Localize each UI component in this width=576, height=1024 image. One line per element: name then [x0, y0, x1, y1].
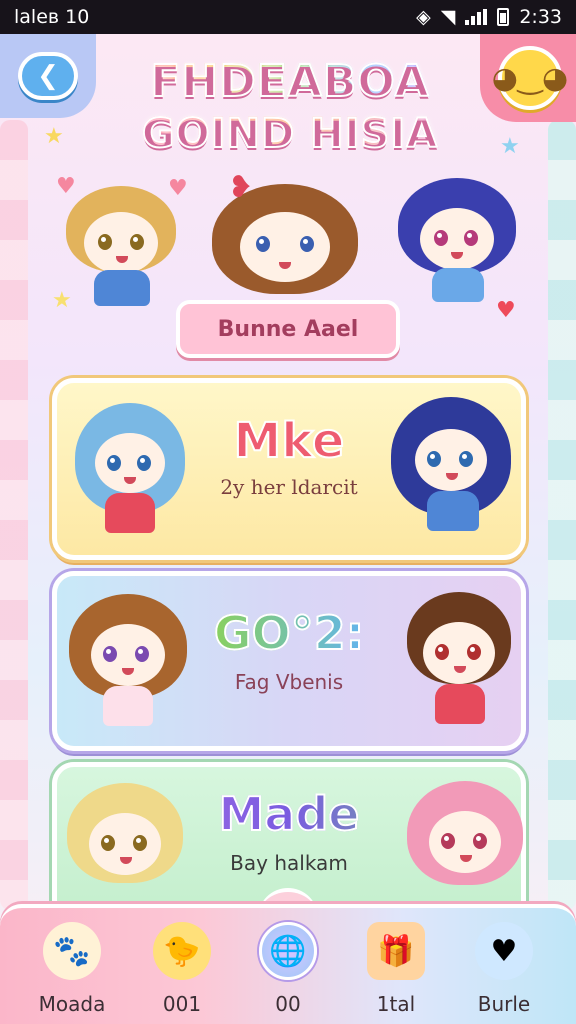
globe-icon: 🌐: [259, 922, 317, 980]
nav-label: Moada: [38, 992, 106, 1016]
character-lightblue: [75, 403, 185, 539]
nav-label: Burle: [477, 992, 531, 1016]
nav-item-1tal[interactable]: 🎁 1tal: [346, 922, 446, 1022]
select-character-label: Bunne Aael: [217, 316, 359, 342]
bottom-nav: 🐾 Moada 🐤 001 🌐 00 🎁 1tal ♥ Burle: [0, 904, 576, 1024]
nav-label: 001: [162, 992, 202, 1016]
location-icon: ◈: [416, 6, 431, 28]
creature-icon: 🐾: [43, 922, 101, 980]
right-decor-stripe: [548, 120, 576, 910]
title-line-2: GOIND HISIA: [130, 108, 450, 160]
select-character-button[interactable]: Bunne Aael: [176, 300, 400, 358]
nav-item-moada[interactable]: 🐾 Moada: [22, 922, 122, 1022]
star-icon: ★: [44, 124, 64, 149]
smiley-icon: ◕‿◕: [491, 60, 569, 96]
left-decor-stripe: [0, 120, 28, 910]
character-brown-center: ❥: [212, 170, 358, 302]
mode-card-1[interactable]: Mke 2y her ldarcit: [52, 378, 526, 560]
bow-icon: ❥: [228, 170, 254, 205]
nav-item-001[interactable]: 🐤 001: [132, 922, 232, 1022]
gift-card-icon: 🎁: [367, 922, 425, 980]
character-pink: [407, 781, 523, 911]
heart-balloon-icon: ♥: [475, 922, 533, 980]
status-time: 2:33: [519, 6, 562, 28]
chick-icon: 🐤: [153, 922, 211, 980]
status-icons: ◈ ◥ 2:33: [416, 6, 562, 28]
back-arrow-icon: ❮: [37, 61, 59, 91]
nav-label: 1tal: [376, 992, 416, 1016]
back-button[interactable]: ❮: [18, 52, 78, 100]
character-navy: [391, 397, 511, 539]
star-icon: ★: [500, 134, 520, 159]
status-bar: laleв 10 ◈ ◥ 2:33: [0, 0, 576, 34]
character-blonde-bun: [67, 783, 183, 913]
battery-icon: [497, 8, 510, 26]
character-blue-twintail: [398, 178, 516, 308]
nav-item-burle[interactable]: ♥ Burle: [454, 922, 554, 1022]
title-line-1: FHDEABOA: [130, 55, 450, 108]
signal-icon: [465, 9, 488, 25]
game-title: FHDEABOA GOIND HISIA: [130, 55, 450, 160]
wifi-icon: ◥: [440, 6, 456, 28]
character-auburn: [69, 594, 187, 730]
status-left-text: laleв 10: [14, 6, 90, 28]
character-catboy: [407, 592, 511, 728]
mode-card-2[interactable]: GO°2: Fag Vbenis: [52, 571, 526, 751]
profile-button[interactable]: ◕‿◕: [492, 46, 568, 110]
nav-label: 00: [275, 992, 301, 1016]
character-blonde: [66, 186, 176, 306]
nav-item-00[interactable]: 🌐 00: [238, 922, 338, 1022]
